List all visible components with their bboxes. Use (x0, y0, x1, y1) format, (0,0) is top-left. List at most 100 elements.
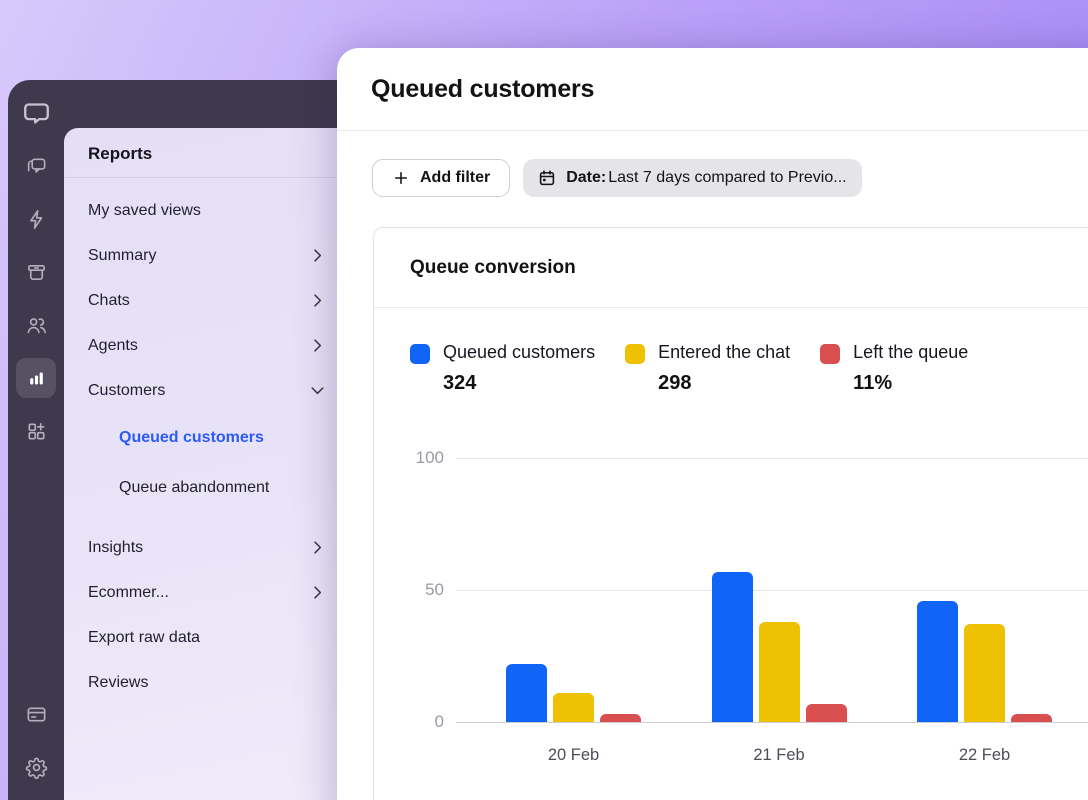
sidebar-item-export-raw-data[interactable]: Export raw data (64, 615, 340, 660)
bar-left-the-queue (600, 714, 641, 722)
rail-item-archives[interactable] (16, 252, 56, 292)
chevron-right-icon (309, 247, 326, 264)
rail-item-reports[interactable] (16, 358, 56, 398)
date-filter-value: Last 7 days compared to Previo... (608, 169, 846, 186)
sidebar-item-label: Queue abandonment (119, 479, 269, 497)
sidebar-header: Reports (64, 128, 340, 178)
date-filter-text: Date:Last 7 days compared to Previo... (566, 169, 846, 187)
x-tick-label: 22 Feb (917, 746, 1052, 765)
card-header: Queue conversion (374, 228, 1088, 308)
chevron-right (309, 292, 326, 309)
primary-rail (8, 80, 64, 800)
plus-icon (392, 169, 410, 187)
sidebar-title: Reports (88, 144, 316, 164)
queue-conversion-card: Queue conversion Queued customers324 Ente… (373, 227, 1088, 800)
legend-value: 11% (853, 372, 968, 395)
sidebar-item-my-saved-views[interactable]: My saved views (64, 188, 340, 233)
chevron-right (309, 337, 326, 354)
sidebar-item-label: Reviews (88, 674, 148, 692)
sidebar-item-label: Ecommer... (88, 584, 169, 602)
sidebar-nav: My saved views Summary Chats Agents Customer… (64, 178, 340, 705)
settings-icon (25, 756, 48, 779)
sidebar-item-summary[interactable]: Summary (64, 233, 340, 278)
chevron-right (309, 584, 326, 601)
chevron-right-icon (309, 337, 326, 354)
legend-label: Entered the chat (658, 342, 790, 363)
legend-value: 298 (658, 372, 790, 395)
calendar-icon (538, 169, 556, 187)
legend-swatch (410, 344, 430, 364)
legend-text: Left the queue 11% (853, 342, 968, 395)
rail-item-team[interactable] (16, 305, 56, 345)
sidebar-item-label: Chats (88, 292, 130, 310)
chevron-right-icon (309, 292, 326, 309)
chevron-right-icon (309, 584, 326, 601)
bar-left-the-queue (1011, 714, 1052, 722)
add-filter-button[interactable]: Add filter (372, 159, 510, 197)
bar-chart: 05010020 Feb21 Feb22 Feb (410, 458, 1088, 798)
legend-swatch (820, 344, 840, 364)
sidebar-item-label: Insights (88, 539, 143, 557)
chevron-right (309, 539, 326, 556)
archive-icon (25, 261, 48, 284)
apps-icon (25, 420, 48, 443)
sidebar-item-label: Summary (88, 247, 156, 265)
sidebar-item-label: Export raw data (88, 629, 200, 647)
x-axis-line (456, 722, 1088, 723)
page-title: Queued customers (371, 75, 594, 104)
chevron-right (309, 247, 326, 264)
legend-item: Queued customers324 (410, 342, 595, 395)
chevron-down-icon (309, 382, 326, 399)
chats-icon (25, 155, 48, 178)
add-filter-label: Add filter (420, 169, 490, 187)
app-root: Reports My saved views Summary Chats Agents… (0, 0, 1088, 800)
main-panel: Queued customers Add filter Date:Last 7 … (337, 48, 1088, 800)
legend-text: Queued customers324 (443, 342, 595, 395)
sidebar-item-label: Agents (88, 337, 138, 355)
sidebar-item-queued-customers[interactable]: Queued customers (64, 413, 340, 463)
bar-entered-the-chat (553, 693, 594, 722)
sidebar-item-ecommer[interactable]: Ecommer... (64, 570, 340, 615)
y-tick-label: 50 (410, 580, 444, 600)
rail-item-billing[interactable] (16, 694, 56, 734)
sidebar-item-queue-abandonment[interactable]: Queue abandonment (64, 463, 340, 513)
reports-icon (25, 367, 48, 390)
sidebar-item-reviews[interactable]: Reviews (64, 660, 340, 705)
x-tick-label: 21 Feb (712, 746, 847, 765)
rail-item-chats[interactable] (16, 146, 56, 186)
rail-item-apps[interactable] (16, 411, 56, 451)
sidebar-item-label: Queued customers (119, 429, 264, 447)
bar-entered-the-chat (964, 624, 1005, 722)
legend-label: Left the queue (853, 342, 968, 363)
legend-item: Entered the chat 298 (625, 342, 790, 395)
plot-area: 20 Feb21 Feb22 Feb (456, 458, 1088, 722)
sidebar-item-insights[interactable]: Insights (64, 525, 340, 570)
bar-left-the-queue (806, 704, 847, 722)
page-header: Queued customers (337, 48, 1088, 131)
sidebar-item-agents[interactable]: Agents (64, 323, 340, 368)
rail-items (16, 146, 56, 464)
bar-group-21-feb (712, 572, 847, 722)
sidebar-item-customers[interactable]: Customers (64, 368, 340, 413)
legend-label: Queued customers (443, 342, 595, 363)
chevron-right-icon (309, 539, 326, 556)
date-filter-chip[interactable]: Date:Last 7 days compared to Previo... (523, 159, 861, 197)
lightning-icon (25, 208, 48, 231)
chevron-down (309, 382, 326, 399)
chart-legend: Queued customers324 Entered the chat 298 Le… (374, 308, 1088, 395)
y-tick-label: 0 (410, 712, 444, 732)
legend-item: Left the queue 11% (820, 342, 968, 395)
rail-item-settings[interactable] (16, 747, 56, 787)
billing-icon (25, 703, 48, 726)
legend-text: Entered the chat 298 (658, 342, 790, 395)
y-tick-label: 100 (410, 448, 444, 468)
bar-queued-customers (917, 601, 958, 722)
x-tick-label: 20 Feb (506, 746, 641, 765)
team-icon (25, 314, 48, 337)
rail-item-engage[interactable] (16, 199, 56, 239)
card-title: Queue conversion (410, 257, 576, 279)
sidebar-item-chats[interactable]: Chats (64, 278, 340, 323)
bar-queued-customers (712, 572, 753, 722)
bar-group-22-feb (917, 601, 1052, 722)
livechat-logo (15, 92, 57, 134)
